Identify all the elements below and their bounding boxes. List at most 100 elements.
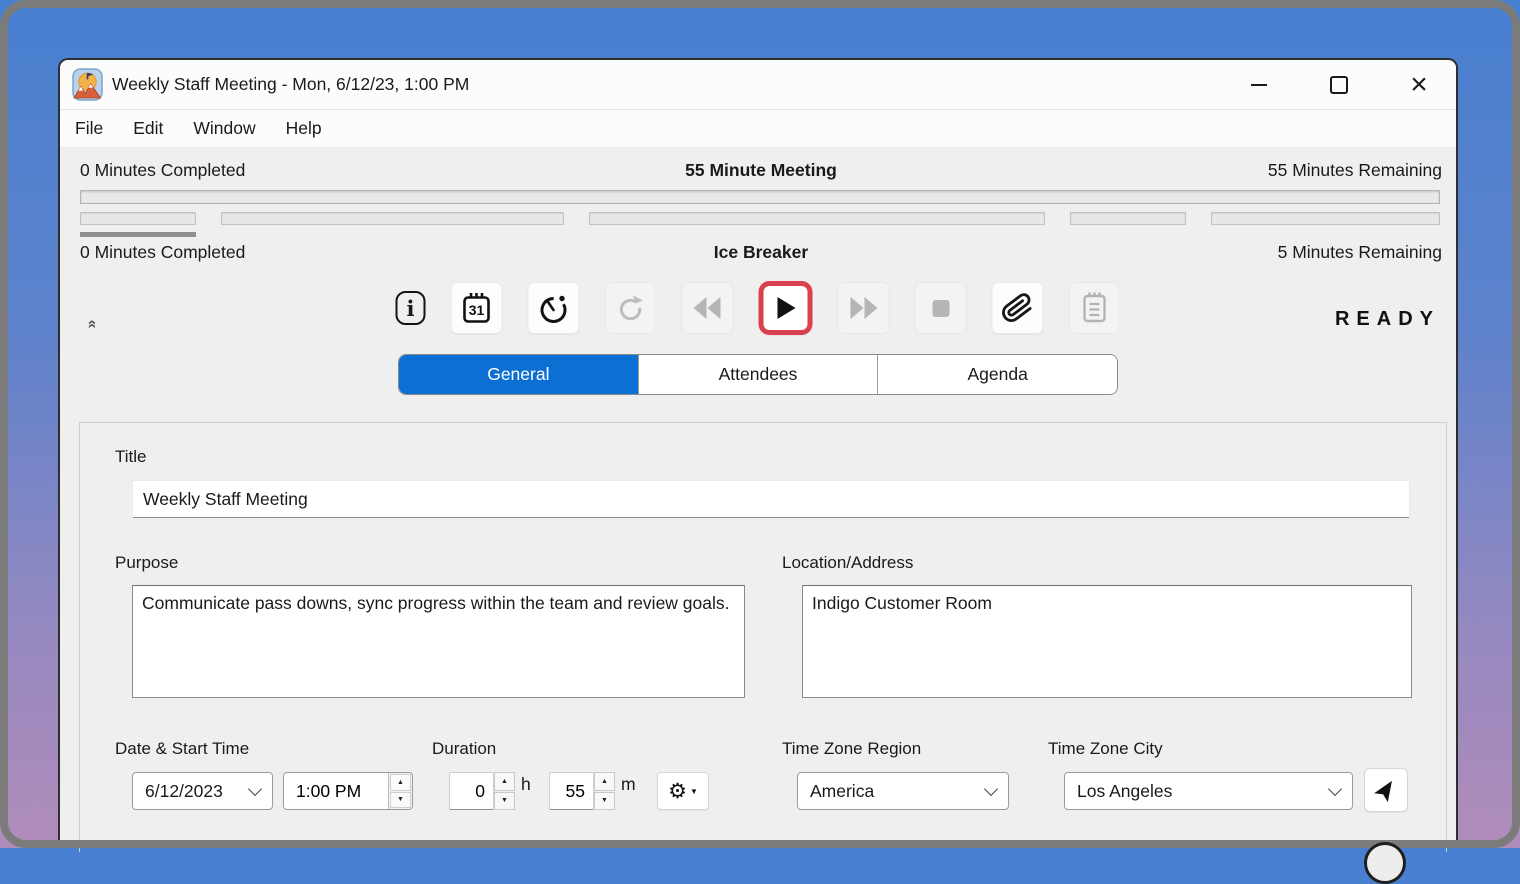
hours-up-button[interactable]: ▲ xyxy=(494,772,515,791)
menu-bar: File Edit Window Help xyxy=(60,110,1456,148)
menu-help[interactable]: Help xyxy=(271,110,337,147)
partial-circle-element xyxy=(1364,842,1406,884)
hours-down-button[interactable]: ▼ xyxy=(494,792,515,811)
tz-city-label: Time Zone City xyxy=(1048,739,1163,759)
purpose-textarea[interactable]: Communicate pass downs, sync progress wi… xyxy=(132,585,745,698)
minutes-unit-label: m xyxy=(621,774,636,795)
time-up-button[interactable]: ▲ xyxy=(390,774,411,791)
time-spinner: ▲ ▼ xyxy=(388,773,412,809)
tab-general[interactable]: General xyxy=(399,355,639,394)
meeting-toolbar: i 31 xyxy=(396,280,1121,336)
tz-region-label: Time Zone Region xyxy=(782,739,921,759)
chevron-down-icon xyxy=(984,781,998,795)
date-combobox[interactable]: 6/12/2023 xyxy=(132,772,273,810)
spinner-up-icon: ▲ xyxy=(501,778,508,785)
duration-hours-input[interactable] xyxy=(449,772,494,810)
location-textarea[interactable]: Indigo Customer Room xyxy=(802,585,1412,698)
spinner-down-icon: ▼ xyxy=(601,797,608,804)
dropdown-arrow-icon: ▼ xyxy=(690,787,698,796)
meeting-length-title: 55 Minute Meeting xyxy=(506,160,1017,181)
paperclip-icon xyxy=(1002,292,1034,324)
timer-button[interactable] xyxy=(528,282,580,334)
maximize-button[interactable] xyxy=(1316,62,1362,108)
purpose-label: Purpose xyxy=(115,553,178,573)
current-item-title: Ice Breaker xyxy=(506,242,1017,263)
segment-bar-2[interactable] xyxy=(589,212,1046,225)
tab-agenda[interactable]: Agenda xyxy=(878,355,1117,394)
item-completed-label: 0 Minutes Completed xyxy=(80,242,506,263)
close-button[interactable]: × xyxy=(1396,62,1442,108)
time-spinner-field: ▲ ▼ xyxy=(283,772,413,810)
segment-bar-0[interactable] xyxy=(80,212,196,225)
duration-minutes-input[interactable] xyxy=(549,772,594,810)
location-label: Location/Address xyxy=(782,553,913,573)
minutes-down-button[interactable]: ▼ xyxy=(594,792,615,811)
duration-label: Duration xyxy=(432,739,496,759)
timer-icon xyxy=(537,291,571,325)
fast-forward-icon xyxy=(849,295,879,321)
tz-city-combobox[interactable]: Los Angeles xyxy=(1064,772,1353,810)
window-controls: × xyxy=(1202,60,1442,110)
tz-region-value: America xyxy=(810,781,874,802)
app-icon xyxy=(72,68,103,101)
minutes-spinner: ▲ ▼ xyxy=(594,772,615,810)
spinner-down-icon: ▼ xyxy=(397,796,404,803)
overall-remaining-label: 55 Minutes Remaining xyxy=(1016,160,1442,181)
chevron-down-icon xyxy=(248,781,262,795)
segment-bar-3[interactable] xyxy=(1070,212,1186,225)
menu-edit[interactable]: Edit xyxy=(118,110,178,147)
reset-button[interactable] xyxy=(605,282,657,334)
collapse-header-button[interactable]: » xyxy=(82,314,102,334)
minutes-up-button[interactable]: ▲ xyxy=(594,772,615,791)
tab-bar: General Attendees Agenda xyxy=(398,354,1118,395)
window-title: Weekly Staff Meeting - Mon, 6/12/23, 1:0… xyxy=(112,74,469,95)
stop-button[interactable] xyxy=(915,282,967,334)
title-label: Title xyxy=(115,447,147,467)
hours-unit-label: h xyxy=(521,774,531,795)
spinner-down-icon: ▼ xyxy=(501,797,508,804)
info-button[interactable]: i xyxy=(396,291,426,325)
segment-bar-4[interactable] xyxy=(1211,212,1440,225)
minimize-icon xyxy=(1251,84,1267,86)
current-item-labels: 0 Minutes Completed Ice Breaker 5 Minute… xyxy=(80,242,1442,263)
maximize-icon xyxy=(1330,76,1348,94)
segment-bars xyxy=(80,212,1440,225)
play-button[interactable] xyxy=(759,281,813,335)
chevron-down-icon xyxy=(1328,781,1342,795)
spinner-up-icon: ▲ xyxy=(397,779,404,786)
fast-forward-button[interactable] xyxy=(838,282,890,334)
segment-bar-1[interactable] xyxy=(221,212,564,225)
double-chevron-up-icon: » xyxy=(83,320,101,329)
navigate-arrow-icon xyxy=(1373,777,1399,803)
time-input[interactable] xyxy=(284,773,388,809)
calendar-button[interactable]: 31 xyxy=(451,282,503,334)
status-badge: READY xyxy=(1335,308,1440,331)
overall-progress-labels: 0 Minutes Completed 55 Minute Meeting 55… xyxy=(80,160,1442,181)
gear-icon: ⚙ xyxy=(668,781,687,802)
title-input[interactable] xyxy=(132,480,1410,518)
reset-icon xyxy=(615,292,647,324)
date-value: 6/12/2023 xyxy=(145,781,223,802)
tz-region-combobox[interactable]: America xyxy=(797,772,1009,810)
menu-window[interactable]: Window xyxy=(178,110,270,147)
duration-options-button[interactable]: ⚙ ▼ xyxy=(657,772,709,810)
item-remaining-label: 5 Minutes Remaining xyxy=(1016,242,1442,263)
hours-spinner: ▲ ▼ xyxy=(494,772,515,810)
tab-attendees[interactable]: Attendees xyxy=(639,355,879,394)
notes-button[interactable] xyxy=(1069,282,1121,334)
time-down-button[interactable]: ▼ xyxy=(390,792,411,809)
calendar-icon: 31 xyxy=(461,291,493,325)
attachment-button[interactable] xyxy=(992,282,1044,334)
notepad-icon xyxy=(1079,291,1111,325)
detect-timezone-button[interactable] xyxy=(1364,768,1408,812)
overall-progress-bar xyxy=(80,190,1440,204)
overall-completed-label: 0 Minutes Completed xyxy=(80,160,506,181)
tz-city-value: Los Angeles xyxy=(1077,781,1172,802)
rewind-button[interactable] xyxy=(682,282,734,334)
minimize-button[interactable] xyxy=(1236,62,1282,108)
menu-file[interactable]: File xyxy=(60,110,118,147)
info-icon: i xyxy=(407,296,415,321)
stop-icon xyxy=(932,300,949,317)
svg-text:31: 31 xyxy=(469,302,485,318)
title-bar: Weekly Staff Meeting - Mon, 6/12/23, 1:0… xyxy=(60,60,1456,110)
